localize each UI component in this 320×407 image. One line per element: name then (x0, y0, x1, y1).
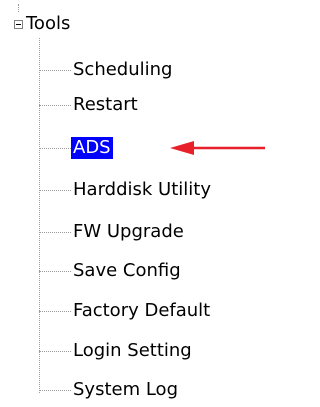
tree-branch-connector (39, 310, 71, 312)
tree-item-fw-upgrade[interactable]: FW Upgrade (39, 219, 186, 245)
tree-item-label: ADS (71, 137, 113, 159)
tree-item-save-config[interactable]: Save Config (39, 258, 183, 284)
collapse-toggle-icon[interactable] (14, 19, 23, 29)
tree-item-scheduling[interactable]: Scheduling (39, 57, 174, 83)
tree-item-ads[interactable]: ADS (39, 135, 113, 161)
tree-branch-connector (39, 69, 71, 71)
tree-branch-connector (39, 189, 71, 191)
tree-node-tools[interactable]: Tools (14, 12, 70, 36)
tree-item-factory-default[interactable]: Factory Default (39, 298, 212, 324)
tree-item-label: Harddisk Utility (73, 179, 211, 200)
tree-item-label: Login Setting (73, 340, 192, 361)
tree-item-login-setting[interactable]: Login Setting (39, 338, 194, 364)
tools-tree: Tools Scheduling Restart ADS Harddisk Ut… (0, 0, 267, 407)
tree-item-label: Restart (73, 94, 138, 115)
tree-branch-connector (39, 270, 71, 272)
tree-item-label: FW Upgrade (73, 221, 184, 242)
tree-node-tools-label: Tools (26, 13, 71, 34)
tree-item-label: Factory Default (73, 300, 211, 321)
red-arrow-icon (170, 141, 265, 155)
tree-item-label: Scheduling (73, 59, 173, 80)
tree-item-restart[interactable]: Restart (39, 92, 140, 118)
tree-branch-connector (39, 104, 71, 106)
tree-item-label: System Log (73, 379, 178, 400)
tree-branch-connector (39, 231, 71, 233)
tree-branch-connector (39, 350, 71, 352)
tree-branch-connector (39, 147, 71, 149)
tree-item-label: Save Config (73, 260, 181, 281)
tree-item-harddisk-utility[interactable]: Harddisk Utility (39, 177, 213, 203)
tree-root-connector (18, 4, 19, 12)
tree-item-system-log[interactable]: System Log (39, 377, 180, 403)
tree-branch-connector (39, 389, 71, 391)
